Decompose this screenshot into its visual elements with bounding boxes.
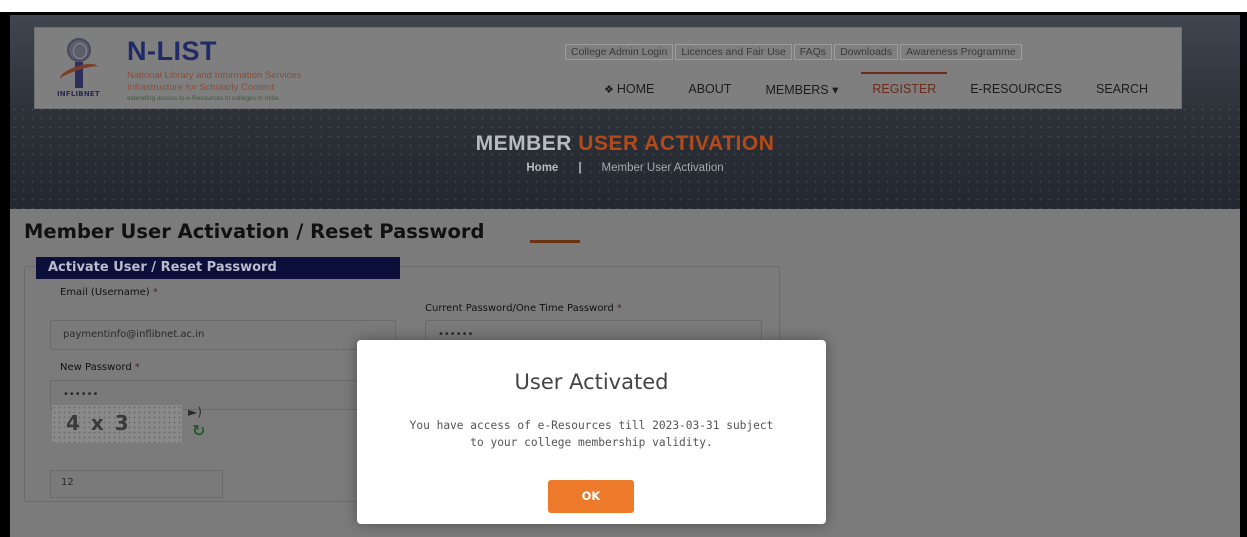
ok-button[interactable]: OK: [548, 480, 634, 513]
required-mark: *: [616, 303, 622, 314]
link-college-admin-login[interactable]: College Admin Login: [565, 44, 674, 60]
screenshot-frame: INFLIBNET N-LIST National Library and In…: [0, 0, 1247, 537]
brand-subtitle-2: Infrastructure for Scholarly Content: [127, 82, 275, 93]
dialog-title: User Activated: [514, 370, 669, 394]
new-password-label-text: New Password: [60, 362, 132, 373]
frame-right-border: [1240, 12, 1247, 537]
breadcrumb-current: Member User Activation: [601, 162, 724, 174]
email-label-text: Email (Username): [60, 287, 150, 298]
brand-name[interactable]: N-LIST: [127, 36, 217, 67]
link-licences-fair-use[interactable]: Licences and Fair Use: [675, 44, 792, 60]
nav-e-resources[interactable]: E-RESOURCES: [953, 82, 1079, 97]
brand-subtitle-1: National Library and Information Service…: [127, 70, 302, 81]
breadcrumb-home[interactable]: Home: [526, 162, 558, 174]
audio-icon[interactable]: ►): [188, 405, 202, 419]
page-title-main: MEMBER: [475, 132, 572, 155]
required-mark: *: [134, 362, 140, 373]
captcha-text: 4 x 3: [66, 411, 131, 435]
section-title: Member User Activation / Reset Password: [24, 220, 485, 243]
form-legend: Activate User / Reset Password: [36, 257, 400, 279]
link-faqs[interactable]: FAQs: [793, 44, 833, 60]
dialog-message: You have access of e-Resources till 2023…: [377, 417, 806, 451]
nav-home-label: HOME: [616, 82, 655, 96]
breadcrumb: Home | Member User Activation: [10, 162, 1240, 174]
nav-home[interactable]: ❖ HOME: [587, 82, 671, 97]
hero-pattern: [10, 105, 1240, 209]
logo-text: INFLIBNET: [57, 90, 100, 98]
page-title: MEMBER USER ACTIVATION: [10, 132, 1240, 156]
hero-banner: INFLIBNET N-LIST National Library and In…: [10, 15, 1240, 209]
link-awareness-programme[interactable]: Awareness Programme: [900, 44, 1022, 60]
refresh-icon[interactable]: ↻: [192, 421, 205, 440]
success-dialog: User Activated You have access of e-Reso…: [357, 340, 826, 524]
globe-icon: [67, 38, 91, 62]
link-downloads[interactable]: Downloads: [834, 44, 899, 60]
new-password-label: New Password *: [60, 362, 140, 373]
nav-register[interactable]: REGISTER: [855, 72, 953, 97]
required-mark: *: [152, 287, 158, 298]
frame-top: [0, 0, 1247, 12]
breadcrumb-separator: |: [578, 162, 582, 174]
nav-about[interactable]: ABOUT: [671, 82, 748, 97]
nav-search[interactable]: SEARCH: [1079, 82, 1165, 97]
captcha-image: 4 x 3: [52, 405, 182, 443]
nav-members[interactable]: MEMBERS ▾: [748, 82, 855, 97]
site-header: INFLIBNET N-LIST National Library and In…: [34, 27, 1182, 109]
page-title-accent: USER ACTIVATION: [578, 132, 775, 155]
current-password-label-text: Current Password/One Time Password: [425, 303, 614, 314]
dialog-message-line-2: to your college membership validity.: [470, 436, 713, 449]
brand-tagline: extending access to e-Resources to colle…: [127, 95, 279, 102]
section-title-underline: [530, 240, 580, 243]
top-links: College Admin Login Licences and Fair Us…: [565, 44, 1022, 60]
captcha-answer-field[interactable]: 12: [50, 470, 223, 498]
home-icon: ❖: [604, 84, 614, 96]
email-label: Email (Username) *: [60, 287, 158, 298]
dialog-message-line-1: You have access of e-Resources till 2023…: [409, 419, 774, 432]
main-nav: ❖ HOME ABOUT MEMBERS ▾ REGISTER E-RESOURC…: [587, 72, 1165, 97]
current-password-label: Current Password/One Time Password *: [425, 303, 622, 314]
inflibnet-logo-icon[interactable]: INFLIBNET: [57, 38, 101, 100]
email-field[interactable]: paymentinfo@inflibnet.ac.in: [50, 320, 396, 350]
frame-left-border: [0, 12, 10, 537]
